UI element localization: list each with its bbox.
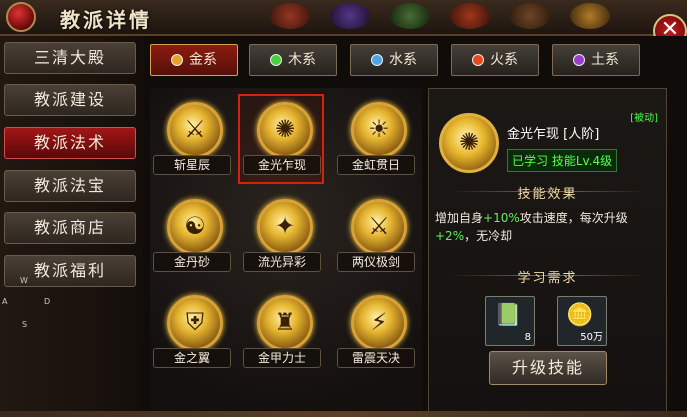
tab-metal[interactable]: 金系 [150, 44, 238, 76]
skill-name: 金之翼 [153, 348, 231, 368]
window-title: 教派详情 [60, 8, 152, 32]
item-count: 8 [524, 332, 531, 343]
tab-water[interactable]: 水系 [350, 44, 438, 76]
skill-name: 金丹砂 [153, 252, 231, 272]
title-bar: 教派详情 [0, 0, 687, 36]
yin-yang-icon: ☯ [167, 199, 223, 255]
skill-slot-selected[interactable]: ✺ 金光乍现 [238, 94, 324, 184]
upgrade-skill-button[interactable]: 升级技能 [489, 351, 607, 385]
sidebar-item-sect-shop[interactable]: 教派商店 [4, 212, 136, 244]
tab-earth[interactable]: 土系 [552, 44, 640, 76]
sword-burst-icon: ⚔ [167, 102, 223, 158]
golden-bomb-icon: ✺ [439, 113, 499, 173]
deco-medallion-icon [390, 3, 430, 29]
key-hint-w: W [20, 276, 28, 285]
desc-highlight: +2% [435, 229, 465, 243]
effect-section-title: 技能效果 [517, 187, 578, 202]
deco-medallion-icon [450, 3, 490, 29]
key-hint-a: A [2, 297, 8, 306]
key-hint-s: S [22, 320, 28, 329]
item-count: 50万 [580, 332, 603, 343]
desc-highlight: +10% [483, 211, 520, 225]
passive-tag: [被动] [630, 113, 658, 124]
desc-text: 攻击速度，每次升级 [519, 211, 628, 225]
sidebar-item-sanqing-hall[interactable]: 三清大殿 [4, 42, 136, 74]
deco-medallion-icon [270, 3, 310, 29]
skill-detail-panel: [被动] ✺ 金光乍现 [人阶] 已学习 技能Lv.4级 技能效果 增加自身+1… [428, 88, 667, 412]
tab-fire[interactable]: 火系 [451, 44, 539, 76]
desc-text: ，无冷却 [464, 229, 513, 243]
desc-text: 增加自身 [435, 211, 484, 225]
jade-book-item[interactable]: 📗 8 [485, 296, 535, 346]
jade-book-icon: 📗 [494, 303, 522, 328]
deco-medallion-icon [330, 3, 370, 29]
sidebar-item-sect-treasures[interactable]: 教派法宝 [4, 170, 136, 202]
tab-wood[interactable]: 木系 [249, 44, 337, 76]
golden-sage-icon: ✦ [257, 199, 313, 255]
skill-slot[interactable]: ⚔ 斩星辰 [150, 96, 232, 182]
skill-name: 金光乍现 [243, 155, 321, 175]
skill-slot[interactable]: ☀ 金虹贯日 [334, 96, 416, 182]
water-element-icon [371, 54, 383, 66]
skill-description: 增加自身+10%攻击速度，每次升级 +2%，无冷却 [435, 209, 661, 245]
earth-element-icon [573, 54, 585, 66]
tab-label: 水系 [389, 52, 417, 68]
shield-icon: ⛨ [167, 295, 223, 351]
skill-level-badge: 已学习 技能Lv.4级 [507, 149, 618, 172]
skill-detail-name: 金光乍现 [人阶] [507, 127, 600, 142]
golden-bomb-icon: ✺ [257, 102, 313, 158]
wood-element-icon [270, 54, 282, 66]
requirement-section-title: 学习需求 [517, 271, 578, 286]
sword-icon: ⚔ [351, 199, 407, 255]
bottom-border [0, 411, 687, 417]
skill-name: 金虹贯日 [337, 155, 415, 175]
tab-label: 火系 [490, 52, 518, 68]
metal-element-icon [171, 54, 183, 66]
golden-armor-icon: ♜ [257, 295, 313, 351]
deco-medallion-icon [510, 3, 550, 29]
skill-name: 金甲力士 [243, 348, 321, 368]
golden-warrior-icon: ☀ [351, 102, 407, 158]
skill-name: 流光异彩 [243, 252, 321, 272]
sidebar-item-sect-construction[interactable]: 教派建设 [4, 84, 136, 116]
gold-ingot-item[interactable]: 🪙 50万 [557, 296, 607, 346]
thunder-icon: ⚡ [351, 295, 407, 351]
skill-slot[interactable]: ⚡ 雷震天决 [334, 289, 416, 375]
skill-slot[interactable]: ⛨ 金之翼 [150, 289, 232, 375]
tab-label: 金系 [189, 52, 217, 68]
tab-label: 木系 [288, 52, 316, 68]
tab-label: 土系 [591, 52, 619, 68]
skill-slot[interactable]: ☯ 金丹砂 [150, 193, 232, 279]
skill-slot[interactable]: ✦ 流光异彩 [240, 193, 322, 279]
skill-name: 两仪极剑 [337, 252, 415, 272]
gold-ingot-icon: 🪙 [566, 303, 594, 328]
skill-name: 雷震天决 [337, 348, 415, 368]
key-hint-d: D [44, 297, 51, 306]
skill-slot[interactable]: ⚔ 两仪极剑 [334, 193, 416, 279]
fire-element-icon [472, 54, 484, 66]
sidebar-item-sect-spells[interactable]: 教派法术 [4, 127, 136, 159]
skill-name: 斩星辰 [153, 155, 231, 175]
deco-medallion-icon [570, 3, 610, 29]
title-orb-icon [6, 2, 36, 32]
skill-slot[interactable]: ♜ 金甲力士 [240, 289, 322, 375]
